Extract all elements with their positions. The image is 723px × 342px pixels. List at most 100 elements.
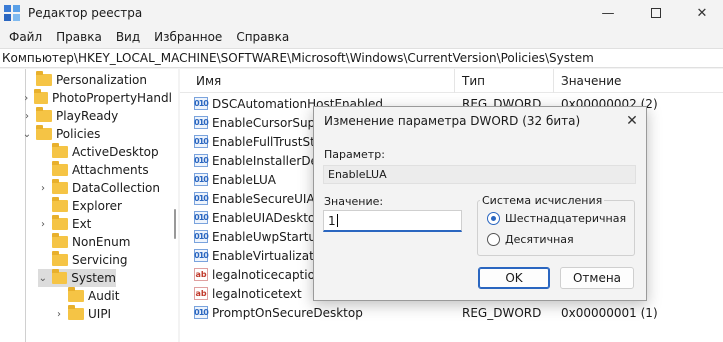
tree-item-nonenum[interactable]: NonEnum [38, 233, 172, 251]
dword-value-icon: 010 [194, 230, 209, 243]
tree-item-label: NonEnum [72, 235, 131, 249]
regedit-app-icon [4, 5, 20, 21]
folder-icon [34, 89, 49, 104]
folder-icon [52, 143, 68, 158]
key-tree: Personalization › PhotoPropertyHandl › P… [0, 69, 178, 342]
menu-edit[interactable]: Правка [49, 30, 109, 44]
folder-icon [36, 125, 52, 140]
menu-view[interactable]: Вид [109, 30, 147, 44]
tree-item-label: Personalization [56, 73, 147, 87]
value-name: legalnoticetext [212, 286, 302, 301]
dword-value-icon: 010 [194, 249, 209, 262]
value-row[interactable]: 010 PromptOnSecureDesktop REG_DWORD 0x00… [180, 303, 723, 322]
dword-value-icon: 010 [194, 116, 209, 129]
tree-item-explorer[interactable]: Explorer [38, 197, 172, 215]
tree-item-activedesktop[interactable]: ActiveDesktop [38, 143, 172, 161]
dword-value-icon: 010 [194, 97, 209, 110]
expand-chevron-icon[interactable]: › [22, 93, 30, 104]
column-header-data[interactable]: Значение [561, 74, 621, 88]
folder-icon [52, 251, 68, 266]
folder-icon [51, 269, 68, 284]
menu-help[interactable]: Справка [229, 30, 296, 44]
window-title: Редактор реестра [28, 6, 143, 20]
tree-item-label: UIPI [88, 307, 112, 321]
radio-unselected-icon[interactable] [487, 233, 500, 246]
tree-item-policies[interactable]: ⌄ Policies [22, 125, 172, 143]
collapse-chevron-icon[interactable]: ⌄ [38, 273, 48, 284]
param-label: Параметр: [324, 148, 385, 161]
expand-chevron-icon[interactable]: › [22, 111, 32, 122]
dialog-title: Изменение параметра DWORD (32 бита) [324, 114, 581, 128]
ok-button[interactable]: OK [478, 267, 550, 289]
maximize-button[interactable] [633, 0, 679, 26]
menu-bar: Файл Правка Вид Избранное Справка [0, 26, 723, 48]
dword-value-icon: 010 [194, 211, 209, 224]
folder-icon [68, 287, 84, 302]
tree-item-label: Servicing [72, 253, 128, 267]
tree-item-label: Audit [88, 289, 120, 303]
menu-file[interactable]: Файл [2, 30, 49, 44]
tree-scrollbar-thumb[interactable] [174, 209, 176, 239]
tree-item-ext[interactable]: › Ext [38, 215, 172, 233]
tree-item-playready[interactable]: › PlayReady [22, 107, 172, 125]
dialog-close-button[interactable]: ✕ [620, 110, 644, 132]
folder-icon [52, 197, 68, 212]
folder-icon [36, 107, 52, 122]
cancel-button[interactable]: Отмена [560, 267, 634, 289]
minimize-button[interactable]: — [585, 0, 631, 26]
address-bar[interactable]: Компьютер\HKEY_LOCAL_MACHINE\SOFTWARE\Mi… [0, 48, 723, 68]
value-label: Значение: [324, 195, 384, 208]
maximize-icon [651, 8, 661, 18]
radio-selected-icon[interactable] [487, 212, 500, 225]
tree-item-audit[interactable]: Audit [54, 287, 172, 305]
folder-icon [52, 179, 68, 194]
string-value-icon: ab [194, 287, 208, 300]
value-name: legalnoticecaption [212, 267, 323, 282]
tree-item-photopropertyhandler[interactable]: › PhotoPropertyHandl [22, 89, 172, 107]
tree-item-attachments[interactable]: Attachments [38, 161, 172, 179]
tree-item-system[interactable]: ⌄ System [38, 269, 116, 287]
folder-icon [36, 71, 52, 86]
value-data: 0x00000001 (1) [561, 305, 658, 320]
radio-hex-label: Шестнадцатеричная [505, 212, 627, 225]
expand-chevron-icon[interactable]: › [38, 183, 48, 194]
column-divider[interactable] [553, 69, 554, 93]
expand-chevron-icon[interactable]: › [38, 219, 48, 230]
base-group [477, 200, 635, 256]
tree-item-label: Policies [56, 127, 101, 141]
tree-item-label: DataCollection [72, 181, 161, 195]
tree-item-label: System [71, 271, 116, 285]
radio-hex[interactable]: Шестнадцатеричная [487, 212, 626, 225]
column-divider[interactable] [454, 69, 455, 93]
menu-favorites[interactable]: Избранное [147, 30, 229, 44]
tree-item-label: Attachments [72, 163, 149, 177]
dword-value-icon: 010 [194, 135, 209, 148]
tree-item-label: ActiveDesktop [72, 145, 159, 159]
dword-value-icon: 010 [194, 173, 209, 186]
tree-scrollbar[interactable] [172, 69, 178, 342]
tree-item-uipi[interactable]: › UIPI [54, 305, 172, 323]
value-input[interactable]: 1 [323, 210, 462, 232]
base-group-label: Система исчисления [480, 194, 605, 207]
edit-dword-dialog: Изменение параметра DWORD (32 бита) ✕ Па… [313, 106, 647, 301]
tree-item-datacollection[interactable]: › DataCollection [38, 179, 172, 197]
folder-icon [68, 305, 84, 320]
collapse-chevron-icon[interactable]: ⌄ [22, 129, 32, 140]
value-name: PromptOnSecureDesktop [212, 305, 363, 320]
value-name: EnableLUA [212, 172, 276, 187]
string-value-icon: ab [194, 268, 208, 281]
dword-value-icon: 010 [194, 306, 209, 319]
column-header-name[interactable]: Имя [196, 74, 221, 88]
column-header-type[interactable]: Тип [462, 74, 485, 88]
expand-chevron-icon[interactable]: › [54, 309, 64, 320]
tree-item-servicing[interactable]: Servicing [38, 251, 172, 269]
tree-item-label: Explorer [72, 199, 122, 213]
tree-item-personalization[interactable]: Personalization [22, 71, 172, 89]
tree-item-label: PhotoPropertyHandl [52, 91, 172, 105]
radio-decimal[interactable]: Десятичная [487, 233, 574, 246]
value-type: REG_DWORD [462, 305, 542, 320]
dword-value-icon: 010 [194, 192, 209, 205]
list-header: Имя Тип Значение [180, 69, 723, 93]
radio-decimal-label: Десятичная [505, 233, 574, 246]
close-window-button[interactable]: ✕ [679, 0, 723, 26]
